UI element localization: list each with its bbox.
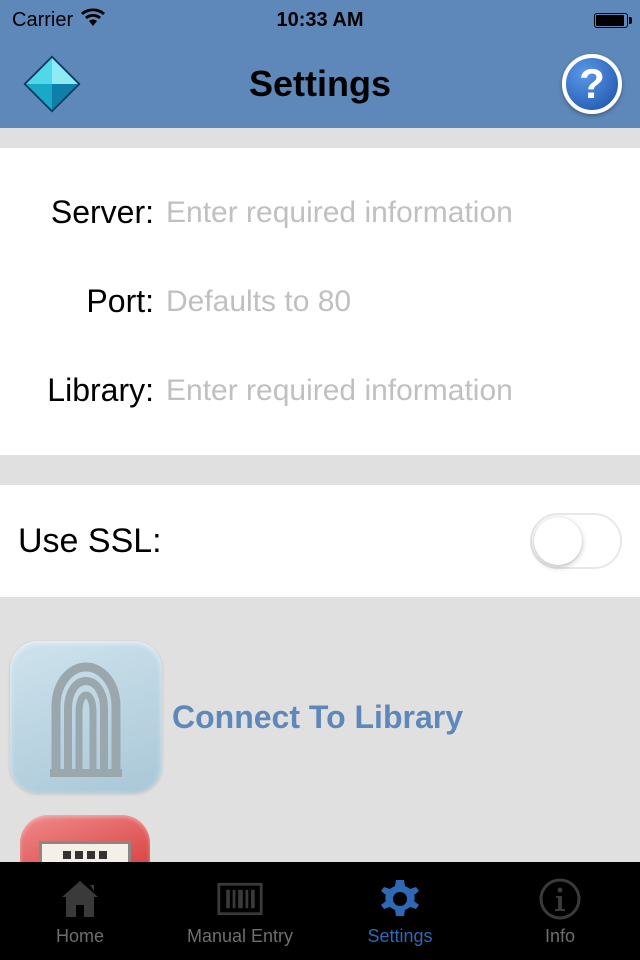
tab-settings-label: Settings xyxy=(367,926,432,947)
page-title: Settings xyxy=(249,63,391,105)
server-input[interactable] xyxy=(166,196,622,230)
tab-info-label: Info xyxy=(545,926,575,947)
port-label: Port: xyxy=(18,283,154,320)
ssl-toggle[interactable] xyxy=(530,513,622,569)
app-logo-icon xyxy=(18,50,86,118)
tab-home[interactable]: Home xyxy=(0,862,160,960)
tab-home-label: Home xyxy=(56,926,104,947)
tab-bar: Home Manual Entry Settings xyxy=(0,862,640,960)
info-icon xyxy=(537,876,583,922)
tab-manual-entry[interactable]: Manual Entry xyxy=(160,862,320,960)
library-label: Library: xyxy=(18,372,154,409)
battery-icon xyxy=(594,13,628,28)
connect-library-button[interactable]: Connect To Library xyxy=(10,641,630,793)
server-config-section: Server: Port: Library: xyxy=(0,148,640,455)
wifi-icon xyxy=(81,8,105,32)
tab-settings[interactable]: Settings xyxy=(320,862,480,960)
barcode-app-icon[interactable] xyxy=(20,815,150,865)
home-icon xyxy=(57,876,103,922)
tab-info[interactable]: Info xyxy=(480,862,640,960)
carrier-label: Carrier xyxy=(12,9,73,32)
ssl-section: Use SSL: xyxy=(0,485,640,597)
server-label: Server: xyxy=(18,194,154,231)
library-input[interactable] xyxy=(166,374,622,408)
port-input[interactable] xyxy=(166,285,622,319)
library-app-icon xyxy=(10,641,162,793)
help-button[interactable]: ? xyxy=(562,54,622,114)
connect-label: Connect To Library xyxy=(172,699,463,736)
barcode-icon xyxy=(217,876,263,922)
gear-icon xyxy=(377,876,423,922)
status-bar: Carrier 10:33 AM xyxy=(0,0,640,40)
nav-bar: Settings ? xyxy=(0,40,640,128)
ssl-label: Use SSL: xyxy=(18,522,162,561)
tab-manual-label: Manual Entry xyxy=(187,926,293,947)
clock-label: 10:33 AM xyxy=(276,9,363,32)
